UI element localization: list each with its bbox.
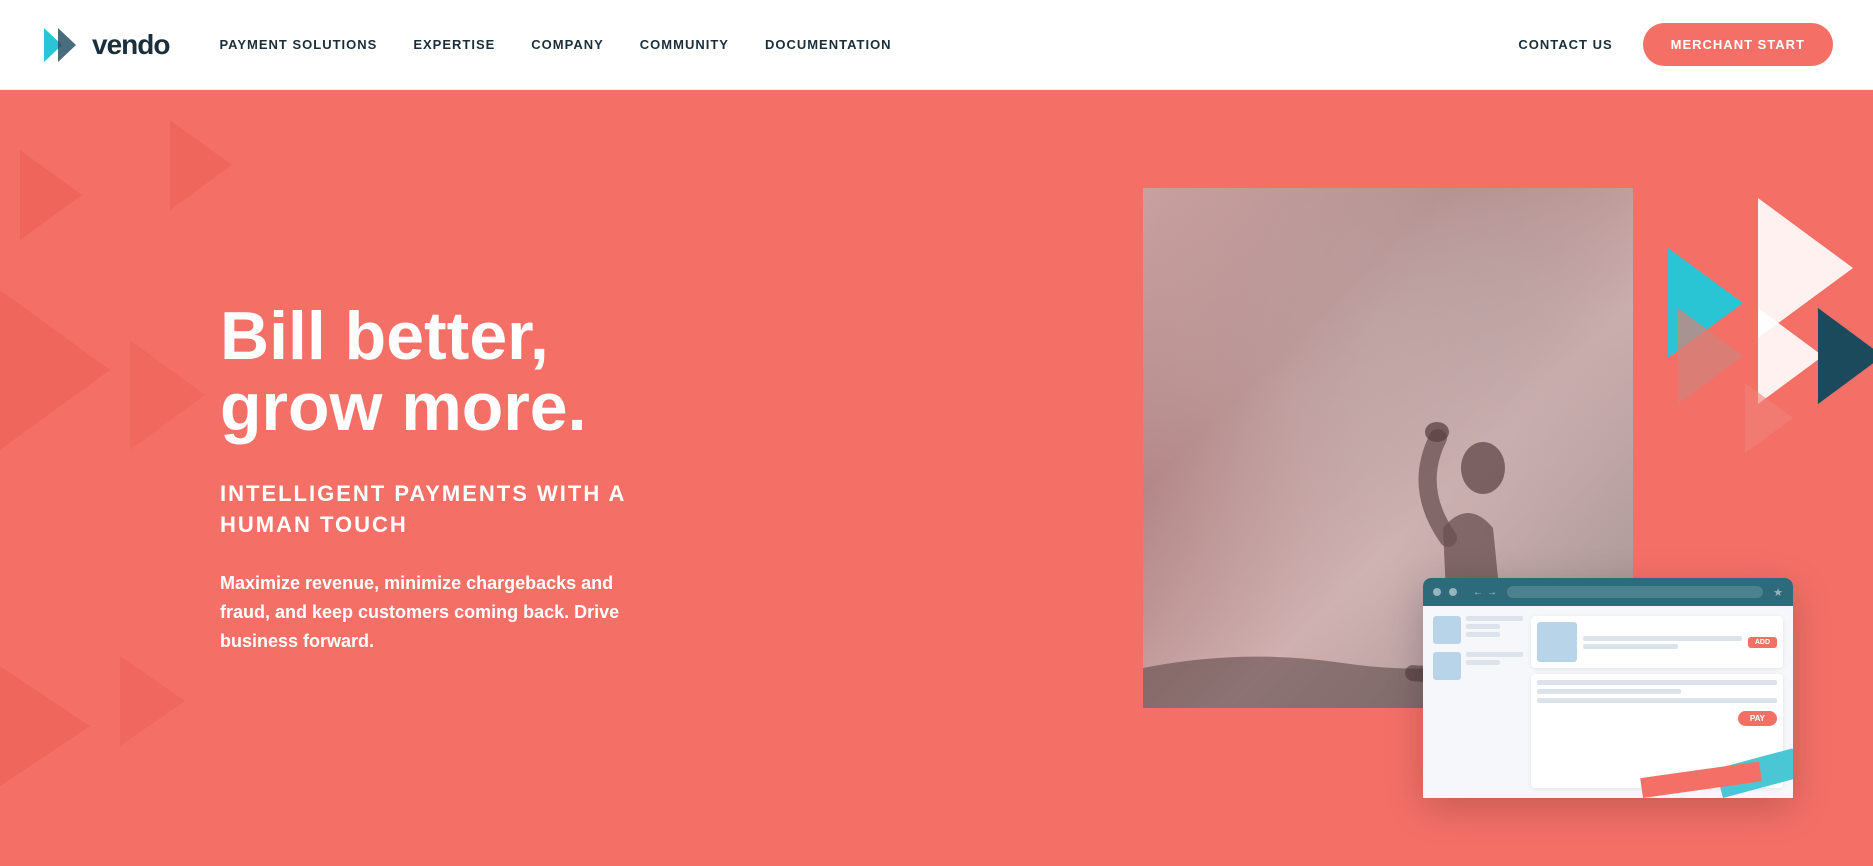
mock-pay-button[interactable]: PAY	[1738, 711, 1777, 726]
mock-card-1: ADD	[1531, 616, 1783, 668]
mock-sidebar-item-1	[1433, 616, 1523, 644]
navbar-left: vendo PAYMENT SOLUTIONS EXPERTISE COMPAN…	[40, 24, 892, 66]
mock-header: ← → ★	[1423, 578, 1793, 606]
tri-bottom-left-1	[0, 666, 90, 786]
mock-card-line-2a	[1537, 680, 1777, 685]
mock-dot-1	[1433, 588, 1441, 596]
tri-pink-medium	[1678, 308, 1743, 404]
hero-subtitle: INTELLIGENT PAYMENTS WITH A HUMAN TOUCH	[220, 479, 660, 541]
mock-line-1c	[1466, 632, 1500, 637]
navbar: vendo PAYMENT SOLUTIONS EXPERTISE COMPAN…	[0, 0, 1873, 90]
mock-arrow-left: ←	[1473, 587, 1483, 598]
mock-card-content-1	[1583, 636, 1742, 649]
logo[interactable]: vendo	[40, 24, 169, 66]
hero-content: Bill better, grow more. INTELLIGENT PAYM…	[0, 301, 720, 656]
mock-card-line-1a	[1583, 636, 1742, 641]
nav-links: PAYMENT SOLUTIONS EXPERTISE COMPANY COMM…	[219, 36, 891, 54]
tri-top-left-2	[170, 120, 232, 210]
tri-pink-small	[1745, 383, 1793, 453]
mock-url-bar	[1507, 586, 1763, 598]
mock-add-button[interactable]: ADD	[1748, 637, 1777, 648]
mock-star: ★	[1773, 586, 1783, 599]
hero-image-area: ← → ★	[1143, 188, 1793, 768]
mock-sidebar	[1433, 616, 1523, 788]
navbar-right: CONTACT US MERCHANT START	[1518, 23, 1833, 66]
dashboard-mockup: ← → ★	[1423, 578, 1793, 798]
brand-name: vendo	[92, 29, 169, 61]
mock-line-1a	[1466, 616, 1523, 621]
mock-sq-1	[1433, 616, 1461, 644]
tri-bottom-left-2	[120, 656, 185, 746]
mock-card-line-1b	[1583, 644, 1678, 649]
mock-pay-wrapper: PAY	[1537, 711, 1777, 726]
nav-item-company[interactable]: COMPANY	[531, 36, 603, 54]
mock-card-line-2b	[1537, 689, 1681, 694]
mock-dot-2	[1449, 588, 1457, 596]
nav-item-community[interactable]: COMMUNITY	[640, 36, 729, 54]
mock-sidebar-item-2	[1433, 652, 1523, 680]
mock-line-2a	[1466, 652, 1523, 657]
mock-sq-lines-1	[1466, 616, 1523, 637]
hero-section: Bill better, grow more. INTELLIGENT PAYM…	[0, 90, 1873, 866]
nav-item-documentation[interactable]: DOCUMENTATION	[765, 36, 892, 54]
nav-item-expertise[interactable]: EXPERTISE	[413, 36, 495, 54]
mock-sq-2	[1433, 652, 1461, 680]
mock-line-1b	[1466, 624, 1500, 629]
tri-dark-teal	[1818, 308, 1873, 404]
merchant-start-button[interactable]: MERCHANT START	[1643, 23, 1833, 66]
hero-title: Bill better, grow more.	[220, 301, 660, 444]
hero-description: Maximize revenue, minimize chargebacks a…	[220, 569, 660, 655]
mock-card-line-2c	[1537, 698, 1777, 703]
mock-sq-lines-2	[1466, 652, 1523, 665]
contact-link[interactable]: CONTACT US	[1518, 37, 1612, 52]
mock-line-2b	[1466, 660, 1500, 665]
mock-card-img-1	[1537, 622, 1577, 662]
mock-arrow-right: →	[1487, 587, 1497, 598]
tri-top-left-1	[20, 150, 82, 240]
mock-nav-area: ← → ★	[1473, 586, 1783, 599]
vendo-logo-icon	[40, 24, 82, 66]
nav-item-payment-solutions[interactable]: PAYMENT SOLUTIONS	[219, 36, 377, 54]
